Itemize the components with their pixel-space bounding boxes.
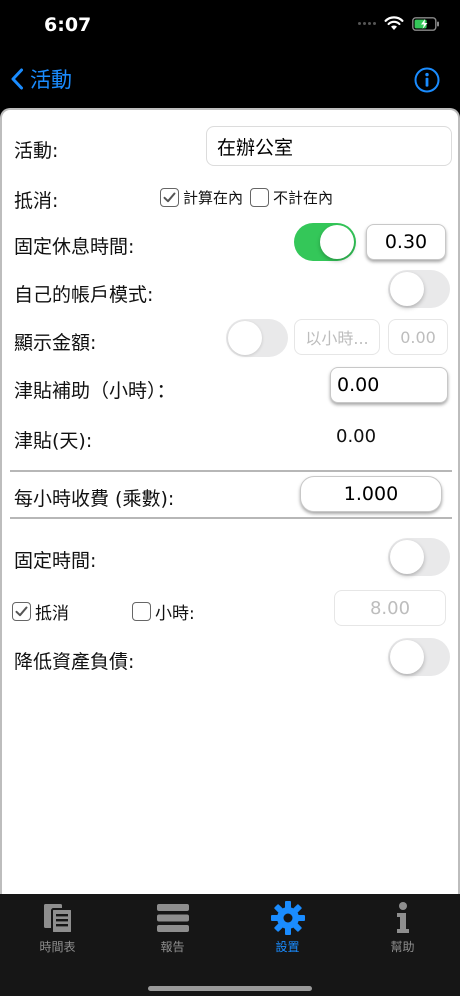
tab-timesheet[interactable]: 時間表 <box>0 900 115 955</box>
tab-report-label: 報告 <box>160 940 185 954</box>
fixed-time-offset-label: 抵消 <box>35 604 69 624</box>
activity-settings-panel: 活動: 在辦公室 抵消: 計算在內 不計在內 固定休息時間: 0.30 自己的帳… <box>0 108 460 894</box>
tab-settings[interactable]: 設置 <box>230 900 345 955</box>
wifi-icon <box>384 16 404 30</box>
hourly-rate-label: 每小時收費 (乘數): <box>14 488 175 510</box>
fixed-time-hours-value: 8.00 <box>369 597 411 619</box>
chevron-left-icon <box>11 68 23 90</box>
fixed-time-offset-checkbox[interactable]: 抵消 <box>12 599 69 624</box>
offset-include-checkbox[interactable]: 計算在內 <box>160 187 243 208</box>
navigation-bar: 活動 <box>0 50 460 108</box>
hourly-rate-value: 1.000 <box>343 483 399 505</box>
status-icons <box>358 16 440 31</box>
checkbox-checked <box>160 188 179 207</box>
checkbox-unchecked <box>250 188 269 207</box>
tab-help-label: 幫助 <box>390 940 415 954</box>
activity-name-field[interactable]: 在辦公室 <box>206 126 452 166</box>
activity-name-value: 在辦公室 <box>217 136 294 159</box>
show-amount-value: 0.00 <box>400 327 436 347</box>
activity-label: 活動: <box>14 140 59 162</box>
offset-label: 抵消: <box>14 190 59 212</box>
fixed-break-field[interactable]: 0.30 <box>366 224 446 260</box>
checkbox-checked <box>12 602 31 621</box>
show-amount-toggle[interactable] <box>226 319 288 357</box>
allowance-days-label: 津貼(天): <box>14 430 93 452</box>
fixed-time-hours-label: 小時: <box>155 604 195 624</box>
section-divider <box>10 470 452 472</box>
show-amount-field[interactable]: 0.00 <box>388 319 448 355</box>
allowance-hours-value: 0.00 <box>337 374 380 396</box>
reduce-liability-toggle[interactable] <box>388 638 450 676</box>
reduce-liability-label: 降低資產負債: <box>14 651 135 673</box>
own-account-label: 自己的帳戶模式: <box>14 284 154 306</box>
cellular-signal-icon <box>358 22 376 25</box>
fixed-time-hours-field[interactable]: 8.00 <box>334 590 446 626</box>
tab-report[interactable]: 報告 <box>115 900 230 955</box>
report-icon <box>156 904 189 932</box>
tab-bar: 時間表 報告 設置 幫助 <box>0 894 460 996</box>
own-account-toggle[interactable] <box>388 270 450 308</box>
status-bar: 6:07 <box>0 0 460 50</box>
fixed-break-toggle[interactable] <box>294 223 356 261</box>
tab-timesheet-label: 時間表 <box>39 940 76 954</box>
checkbox-unchecked <box>132 602 151 621</box>
fixed-time-label: 固定時間: <box>14 550 97 572</box>
back-label: 活動 <box>30 68 72 92</box>
show-amount-label: 顯示金額: <box>14 332 97 354</box>
fixed-time-toggle[interactable] <box>388 538 450 576</box>
back-button[interactable]: 活動 <box>10 64 72 94</box>
show-amount-mode-select[interactable]: 以小時... <box>294 319 380 355</box>
home-indicator <box>148 986 312 991</box>
tab-help[interactable]: 幫助 <box>345 900 460 955</box>
fixed-break-label: 固定休息時間: <box>14 236 135 258</box>
allowance-hours-label: 津貼補助（小時）： <box>14 380 176 402</box>
hourly-rate-field[interactable]: 1.000 <box>300 476 442 512</box>
section-divider <box>10 517 452 519</box>
show-amount-mode-value: 以小時... <box>305 329 369 348</box>
allowance-hours-field[interactable]: 0.00 <box>330 367 448 403</box>
offset-exclude-checkbox[interactable]: 不計在內 <box>250 187 333 208</box>
timesheet-icon <box>43 904 73 934</box>
info-icon[interactable] <box>414 67 440 93</box>
fixed-time-hours-checkbox[interactable]: 小時: <box>132 599 195 624</box>
info-icon <box>396 902 409 933</box>
offset-exclude-label: 不計在內 <box>273 189 334 207</box>
gear-icon <box>270 901 305 935</box>
tab-settings-label: 設置 <box>275 940 300 954</box>
status-time: 6:07 <box>44 14 92 36</box>
battery-charging-icon <box>412 16 439 31</box>
allowance-days-value: 0.00 <box>336 426 377 447</box>
fixed-break-value: 0.30 <box>384 231 428 253</box>
offset-include-label: 計算在內 <box>183 189 244 207</box>
